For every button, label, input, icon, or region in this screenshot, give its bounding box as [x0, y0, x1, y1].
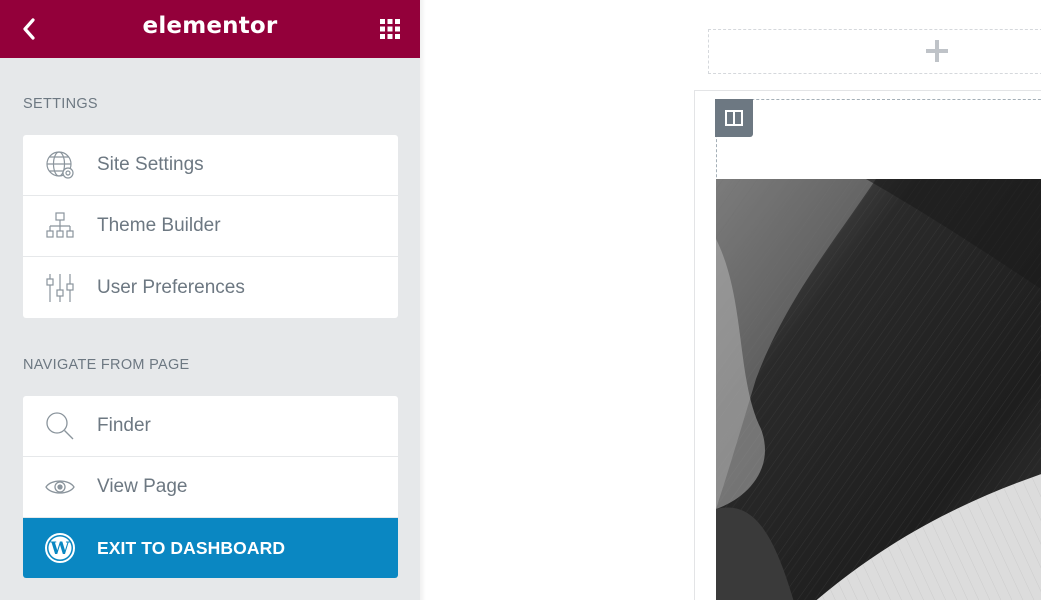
navigate-menu: Finder View Page W EXIT TO DASHBOARD [23, 396, 398, 578]
navigate-section-title: NAVIGATE FROM PAGE [23, 357, 190, 373]
sliders-icon [44, 272, 76, 304]
panel-divider [420, 0, 426, 600]
search-icon [44, 410, 76, 442]
settings-menu: Site Settings Theme Builder User Prefere… [23, 135, 398, 318]
column-icon [725, 110, 743, 126]
exit-to-dashboard-button[interactable]: W EXIT TO DASHBOARD [23, 518, 398, 578]
sitemap-icon [44, 210, 76, 242]
menu-item-finder[interactable]: Finder [23, 396, 398, 457]
menu-item-label: User Preferences [97, 276, 245, 298]
widgets-grid-button[interactable] [378, 17, 402, 41]
column-handle-button[interactable] [715, 99, 753, 137]
menu-item-label: Finder [97, 415, 151, 436]
wordpress-icon: W [44, 532, 76, 564]
eye-icon [44, 471, 76, 503]
menu-item-site-settings[interactable]: Site Settings [23, 135, 398, 196]
panel-header: elementor [0, 0, 420, 58]
menu-item-label: Theme Builder [97, 215, 221, 236]
elementor-panel: elementor SETTINGS Site Settings Theme B… [0, 0, 420, 600]
hero-image[interactable] [716, 179, 1041, 600]
menu-item-user-preferences[interactable]: User Preferences [23, 257, 398, 318]
settings-section-title: SETTINGS [23, 96, 98, 112]
menu-item-label: Site Settings [97, 154, 204, 175]
globe-settings-icon [44, 149, 76, 181]
svg-text:W: W [49, 539, 70, 559]
add-section-area[interactable] [708, 29, 1041, 74]
menu-item-label: View Page [97, 476, 188, 497]
plus-icon[interactable] [926, 40, 948, 62]
menu-item-label: EXIT TO DASHBOARD [97, 537, 286, 558]
menu-item-theme-builder[interactable]: Theme Builder [23, 196, 398, 257]
menu-item-view-page[interactable]: View Page [23, 457, 398, 518]
elementor-logo: elementor [142, 13, 278, 39]
grid-icon [380, 19, 400, 39]
